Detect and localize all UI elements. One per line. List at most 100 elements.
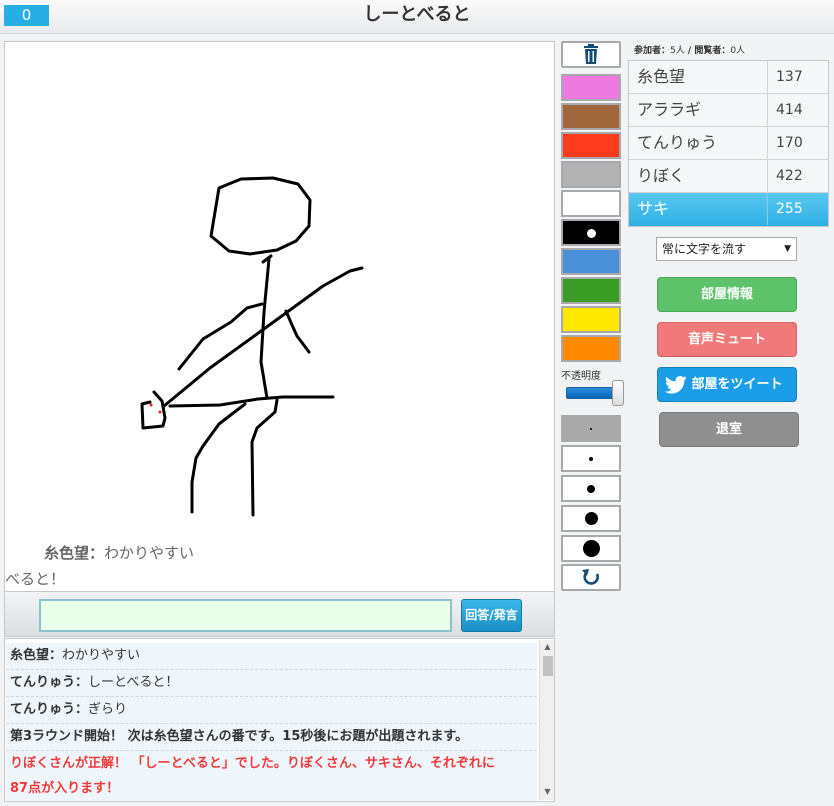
- tweet-room-label: 部屋をツイート: [691, 377, 783, 392]
- opacity-slider[interactable]: [566, 380, 624, 406]
- player-name: 糸色望: [637, 67, 686, 86]
- chat-item-system: 第3ラウンド開始！ 次は糸色望さんの番です。15秒後にお題が出題されます。: [6, 724, 537, 751]
- brush-size-dot-icon: [584, 512, 598, 525]
- scroll-mode-value: 常に文字を流す: [662, 242, 747, 256]
- color-swatch[interactable]: [561, 74, 621, 101]
- tweet-room-button[interactable]: 部屋をツイート: [657, 367, 797, 402]
- player-score: 170: [767, 127, 829, 159]
- brush-size-dot-icon: [590, 427, 592, 430]
- chat-item-text: しーとべると！: [88, 675, 179, 690]
- stroke-hilt: [140, 390, 167, 430]
- brush-size-button[interactable]: [561, 445, 621, 472]
- ranking-row: 糸色望 137: [629, 61, 828, 94]
- timer-badge: 0: [4, 5, 49, 26]
- player-score: 255: [767, 193, 829, 225]
- color-swatch[interactable]: [561, 306, 621, 333]
- player-score: 414: [767, 94, 829, 126]
- brush-size-button[interactable]: [561, 475, 621, 502]
- overlay-message-text: わかりやすい: [104, 544, 195, 562]
- brush-size-button[interactable]: [561, 535, 621, 562]
- color-swatch[interactable]: [561, 190, 621, 217]
- twitter-bird-icon: [665, 376, 687, 394]
- leave-room-button[interactable]: 退室: [659, 412, 799, 447]
- brush-size-button[interactable]: [561, 505, 621, 532]
- undo-icon: [582, 569, 599, 585]
- overlay-message: べると！: [5, 568, 65, 589]
- counts-separator: /: [684, 46, 695, 56]
- participants-count: 5人: [670, 46, 685, 56]
- overlay-message-text: べると！: [5, 570, 66, 588]
- viewers-label: 閲覧者：: [694, 46, 731, 56]
- participants-label: 参加者：: [634, 46, 671, 56]
- color-swatch[interactable]: [561, 248, 621, 275]
- viewers-count: 0人: [730, 46, 746, 56]
- chat-item-name: 糸色望: [10, 648, 50, 663]
- stroke-belt: [168, 395, 335, 408]
- player-name: アララギ: [637, 100, 702, 119]
- score-ranking: 糸色望 137 アララギ 414 てんりゅう 170 りぼく 422 サキ 25…: [628, 60, 829, 227]
- chat-item-correct: りぼくさんが正解！ 「しーとべると」でした。りぼくさん、サキさん、それぞれに 8…: [6, 751, 537, 801]
- overlay-message: 糸色望：わかりやすい: [44, 542, 194, 563]
- brush-size-button[interactable]: [561, 415, 621, 442]
- ranking-row: てんりゅう 170: [629, 127, 828, 160]
- chat-item-name: てんりゅう: [10, 702, 76, 717]
- stroke-leg-left: [190, 402, 247, 514]
- brush-size-dot-icon: [587, 484, 595, 493]
- chat-item-name: てんりゅう: [10, 675, 76, 690]
- stroke-dot-red-2: [158, 410, 162, 414]
- submit-answer-button[interactable]: 回答/発言: [461, 599, 522, 632]
- chat-item-sep: ：: [75, 675, 89, 690]
- stroke-dot-red-1: [149, 403, 153, 407]
- player-name: てんりゅう: [637, 133, 718, 152]
- ranking-row: りぼく 422: [629, 160, 828, 193]
- page-title: しーとべると: [363, 4, 471, 25]
- chat-item: てんりゅう：しーとべると！: [6, 670, 537, 697]
- chat-scrollbar[interactable]: ▲ ▼: [539, 640, 554, 800]
- chat-log[interactable]: 糸色望：わかりやすい てんりゅう：しーとべると！ てんりゅう：ぎらり 第3ラウン…: [4, 638, 555, 802]
- player-score: 422: [767, 160, 829, 192]
- answer-row: 回答/発言: [4, 592, 555, 637]
- brush-size-dot-icon: [582, 540, 600, 557]
- chat-item-text: りぼくさんが正解！ 「しーとべると」でした。りぼくさん、サキさん、それぞれに: [10, 756, 495, 771]
- chevron-down-icon: ▼: [784, 244, 791, 254]
- color-swatch[interactable]: [561, 219, 621, 246]
- chat-item-sep: ：: [75, 702, 89, 717]
- chat-item-text: 87点が入ります！: [10, 781, 120, 796]
- color-swatch[interactable]: [561, 161, 621, 188]
- overlay-message-name: 糸色望: [44, 544, 90, 562]
- room-counts: 参加者：5人 / 閲覧者：0人: [634, 43, 745, 56]
- color-swatch[interactable]: [561, 103, 621, 130]
- scroll-mode-select[interactable]: 常に文字を流す ▼: [656, 237, 797, 261]
- stroke-arm-right: [284, 309, 311, 354]
- chat-item: 糸色望：わかりやすい: [6, 643, 537, 670]
- color-swatch[interactable]: [561, 335, 621, 362]
- opacity-slider-handle[interactable]: [612, 380, 624, 406]
- mute-button[interactable]: 音声ミュート: [657, 322, 797, 357]
- stroke-leg-right: [250, 398, 279, 517]
- scroll-up-arrow-icon[interactable]: ▲: [540, 642, 554, 652]
- opacity-label: 不透明度: [561, 371, 601, 382]
- ranking-row-current: サキ 255: [629, 193, 828, 226]
- stroke-head: [209, 176, 312, 256]
- room-info-button[interactable]: 部屋情報: [657, 277, 797, 312]
- top-bar: しーとべると 0: [0, 0, 834, 34]
- ranking-row: アララギ 414: [629, 94, 828, 127]
- chat-item-text: ぎらり: [88, 702, 128, 717]
- chat-item-sep: ：: [49, 648, 63, 663]
- overlay-message-sep: ：: [89, 544, 105, 562]
- chat-item-text: わかりやすい: [62, 648, 141, 663]
- undo-button[interactable]: [561, 564, 621, 591]
- scroll-down-arrow-icon[interactable]: ▼: [540, 787, 554, 797]
- chat-item-text: 第3ラウンド開始！ 次は糸色望さんの番です。15秒後にお題が出題されます。: [10, 729, 469, 744]
- color-swatch[interactable]: [561, 132, 621, 159]
- scroll-thumb[interactable]: [543, 656, 553, 676]
- color-swatch[interactable]: [561, 277, 621, 304]
- brush-size-dot-icon: [589, 456, 593, 461]
- trash-icon: [584, 44, 598, 64]
- chat-item: てんりゅう：ぎらり: [6, 697, 537, 724]
- drawing-canvas[interactable]: 糸色望：わかりやすい べると！: [4, 41, 555, 592]
- opacity-track[interactable]: [566, 387, 618, 399]
- clear-canvas-button[interactable]: [561, 41, 621, 68]
- answer-input[interactable]: [39, 599, 452, 632]
- drawing-strokes: [140, 176, 364, 517]
